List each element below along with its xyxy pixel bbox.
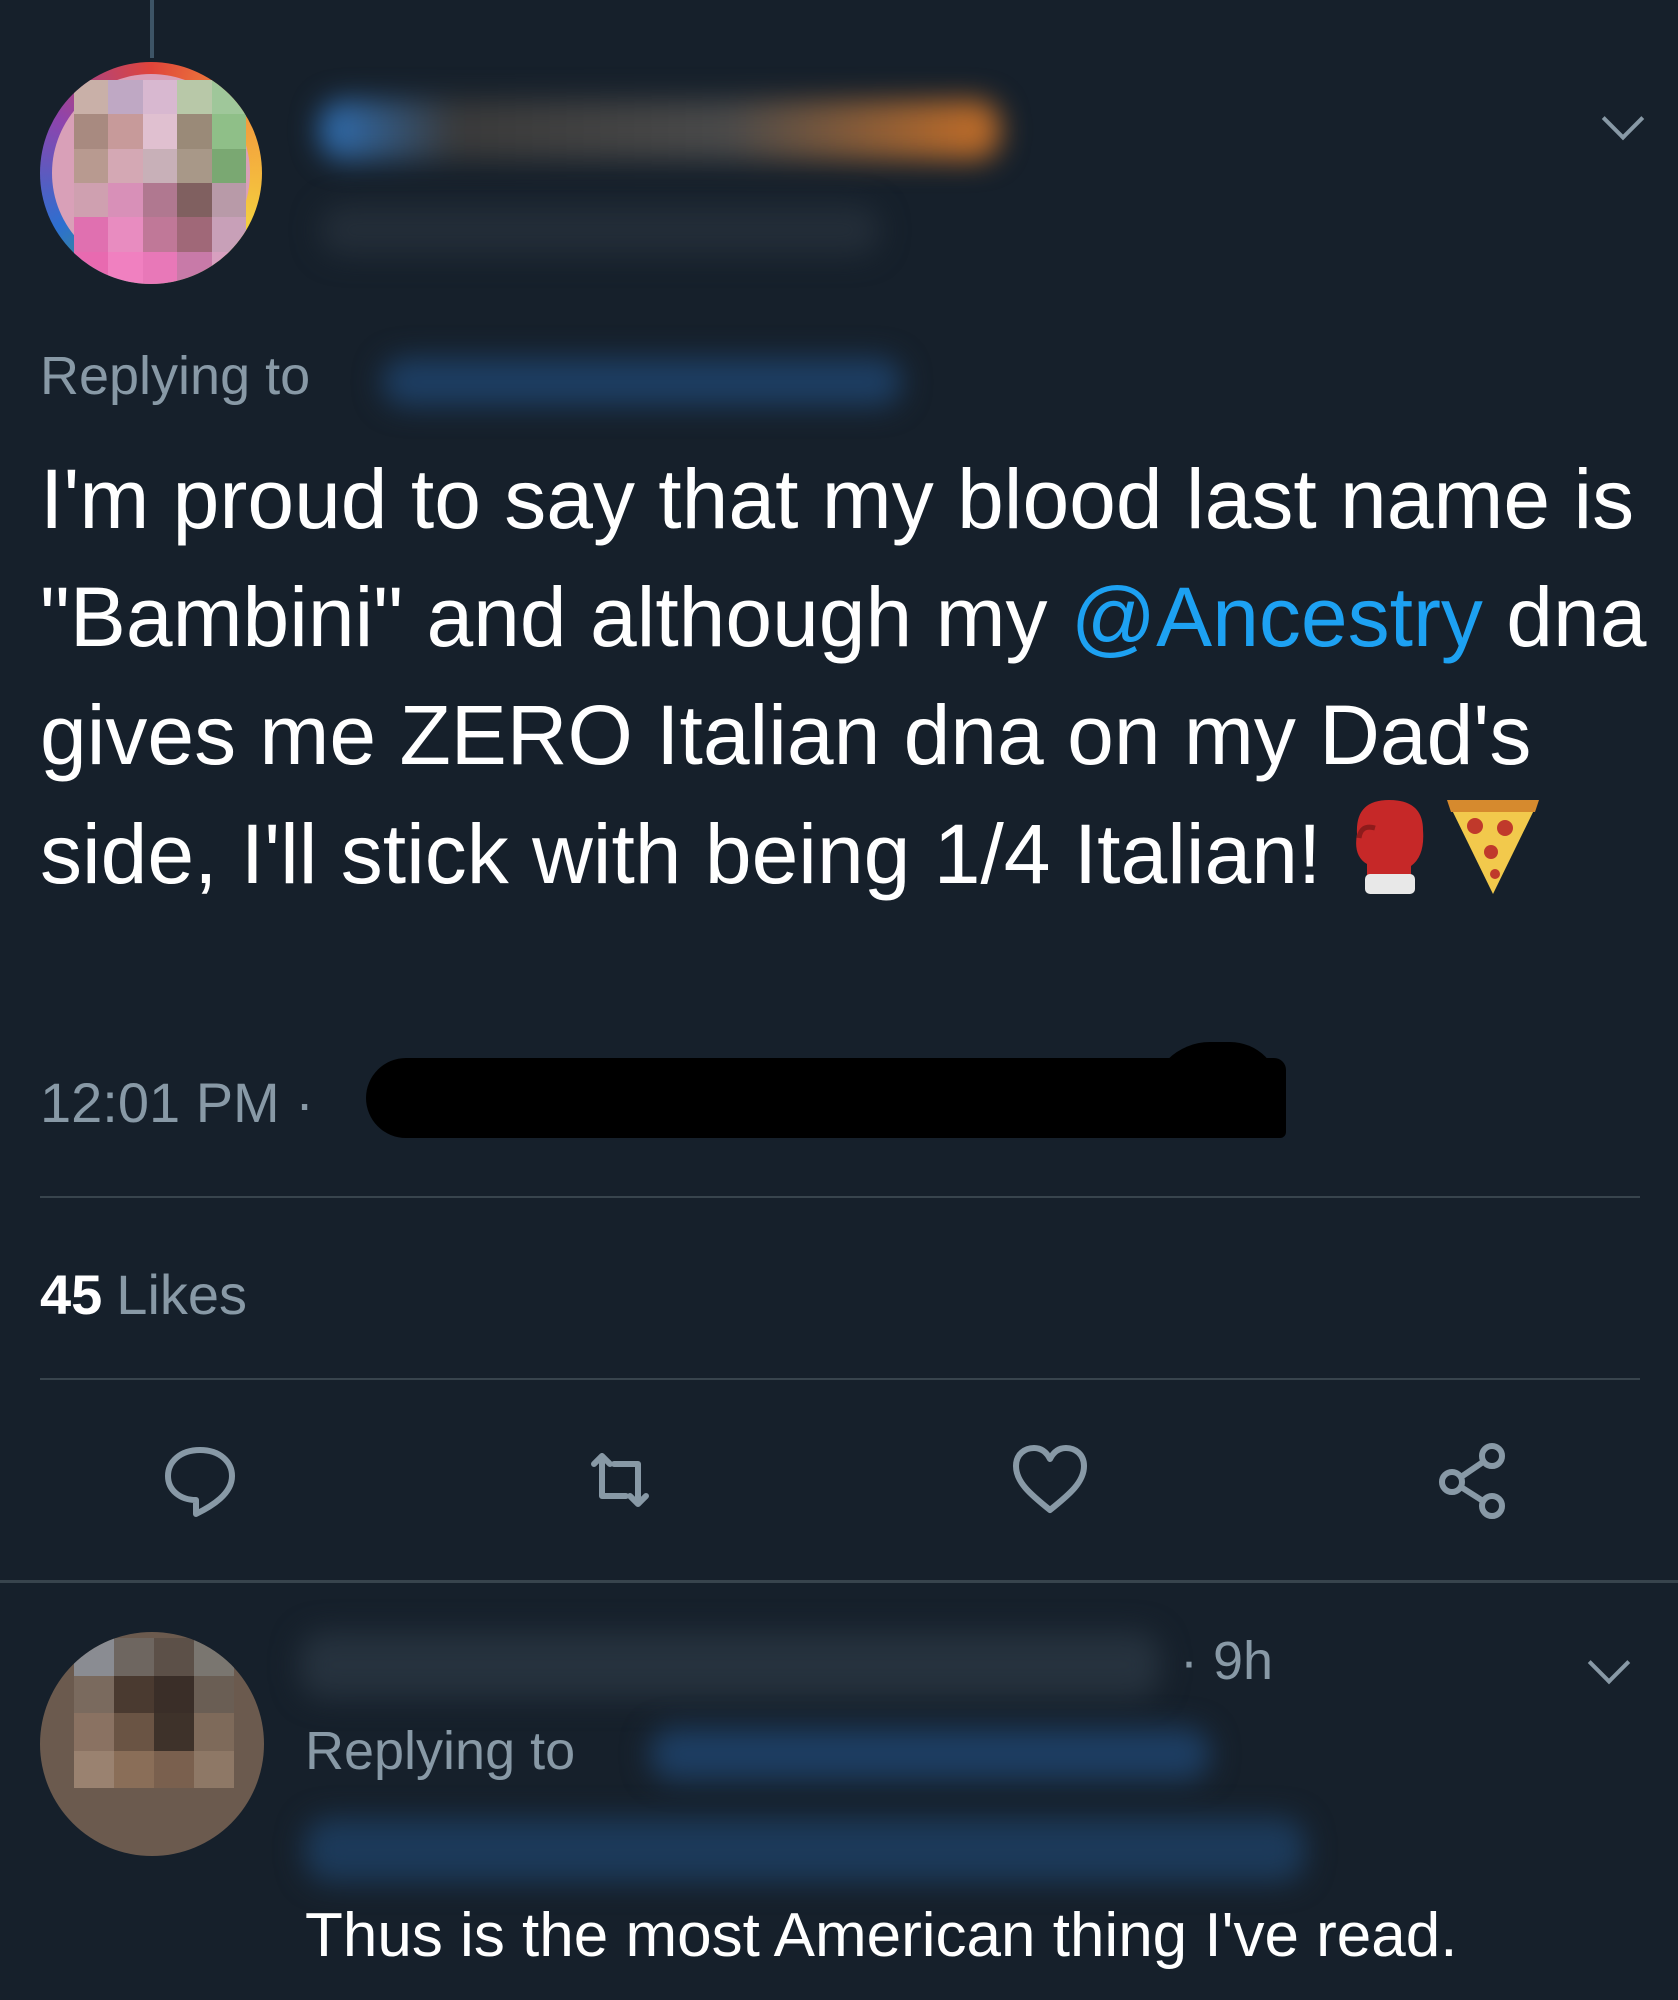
reply-options-chevron-icon[interactable] <box>1587 1641 1631 1685</box>
author-handle-blurred <box>320 205 880 255</box>
tweet-thread: Replying to I'm proud to say that my blo… <box>0 0 1678 2000</box>
replying-to-label: Replying to <box>40 345 310 407</box>
likes-label: Likes <box>116 1263 248 1326</box>
reply-tweet-text: Thus is the most American thing I've rea… <box>305 1900 1457 1971</box>
pizza-emoji <box>1445 794 1541 928</box>
avatar-pixelation <box>74 80 246 284</box>
date-redaction-bar <box>366 1058 1286 1138</box>
heart-icon[interactable] <box>1010 1440 1090 1520</box>
tweet-options-chevron-icon[interactable] <box>1601 97 1645 141</box>
boxing-glove-emoji <box>1345 794 1431 928</box>
reply-author-avatar[interactable] <box>40 1632 264 1856</box>
author-avatar[interactable] <box>40 62 262 284</box>
reply-replying-to-label: Replying to <box>305 1720 575 1782</box>
tweet-timestamp[interactable]: 12:01 PM · <box>40 1070 314 1135</box>
author-name-blurred <box>320 100 1000 160</box>
date-redaction-bump <box>1150 1042 1280 1138</box>
time-separator: · <box>295 1071 314 1134</box>
reply-replying-to-text: Replying to <box>305 1721 576 1781</box>
reply-timestamp[interactable]: · 9h <box>1180 1630 1273 1692</box>
divider-bottom <box>40 1378 1640 1380</box>
reply-replying-to-handle-blurred[interactable] <box>650 1728 1210 1780</box>
reply-text-content: Thus is the most American thing I've rea… <box>305 1901 1458 1970</box>
share-icon[interactable] <box>1436 1440 1516 1520</box>
likes-count[interactable]: 45 Likes <box>40 1262 247 1327</box>
tweet-time: 12:01 PM <box>40 1071 280 1134</box>
retweet-icon[interactable] <box>580 1440 660 1520</box>
divider-top <box>40 1196 1640 1198</box>
reply-time-text: · 9h <box>1180 1631 1274 1691</box>
replying-to-handle-blurred[interactable] <box>382 358 902 406</box>
likes-number: 45 <box>40 1263 103 1326</box>
thread-connector-line <box>150 0 154 58</box>
reply-mention-blurred[interactable] <box>305 1818 1305 1882</box>
reply-avatar-pixelation <box>74 1638 234 1788</box>
tweet-separator <box>0 1580 1678 1583</box>
reply-author-name-blurred <box>300 1632 1160 1698</box>
ancestry-mention-link[interactable]: @Ancestry <box>1071 570 1483 664</box>
tweet-text: I'm proud to say that my blood last name… <box>40 440 1650 928</box>
replying-to-text: Replying to <box>40 346 311 406</box>
comment-icon[interactable] <box>160 1440 240 1520</box>
